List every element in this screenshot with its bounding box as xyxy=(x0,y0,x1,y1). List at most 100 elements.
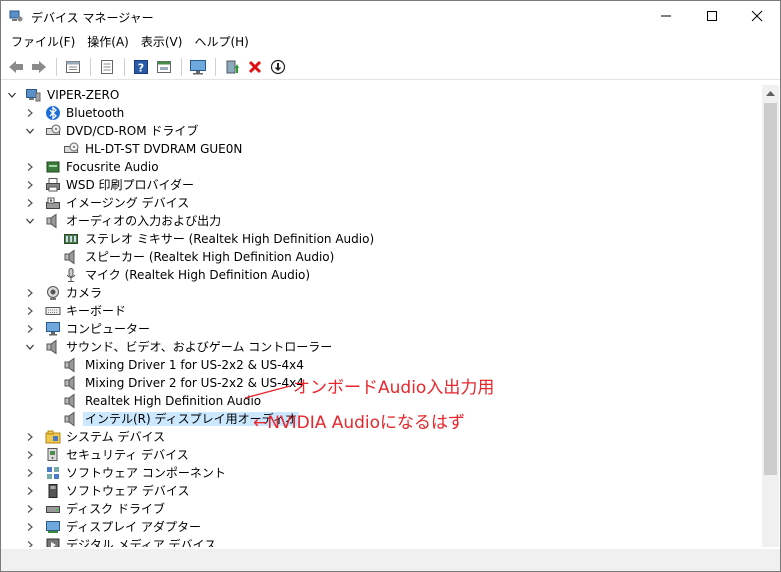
vertical-scrollbar[interactable] xyxy=(762,85,779,547)
tree-item-label: ディスク ドライブ xyxy=(66,502,165,516)
scrollbar-thumb[interactable] xyxy=(764,103,777,475)
audio-device-icon xyxy=(46,161,60,173)
chevron-right-icon[interactable] xyxy=(25,306,35,316)
update-driver-button[interactable] xyxy=(221,56,243,78)
minimize-button[interactable] xyxy=(643,1,689,31)
menu-item-2[interactable]: 表示(V) xyxy=(135,32,189,52)
properties-button[interactable] xyxy=(62,56,84,78)
tree-item[interactable]: ソフトウェア デバイス xyxy=(1,482,762,500)
show-hidden-button[interactable] xyxy=(153,56,175,78)
tree-item-label: サウンド、ビデオ、およびゲーム コントローラー xyxy=(66,340,333,354)
scanner-icon xyxy=(46,197,60,209)
tree-item-label: イメージング デバイス xyxy=(66,196,190,210)
install-button[interactable] xyxy=(267,56,289,78)
close-button[interactable] xyxy=(734,1,780,31)
disk-drive-icon xyxy=(46,506,60,513)
uninstall-button[interactable] xyxy=(244,56,266,78)
chevron-right-icon[interactable] xyxy=(25,486,35,496)
tree-item[interactable]: キーボード xyxy=(1,302,762,320)
monitor-icon xyxy=(46,322,60,336)
chevron-right-icon[interactable] xyxy=(25,324,35,334)
menu-item-0[interactable]: ファイル(F) xyxy=(5,32,81,52)
chevron-down-icon[interactable] xyxy=(7,90,17,100)
tree-item[interactable]: ソフトウェア コンポーネント xyxy=(1,464,762,482)
tree-item[interactable]: セキュリティ デバイス xyxy=(1,446,762,464)
tree-item[interactable]: コンピューター xyxy=(1,320,762,338)
camera-icon xyxy=(47,286,59,300)
tree-item[interactable]: Focusrite Audio xyxy=(1,158,762,176)
printer-icon xyxy=(46,178,60,192)
media-device-icon xyxy=(46,538,60,547)
show-hidden-icon xyxy=(157,60,171,73)
tree-item-label: ステレオ ミキサー (Realtek High Definition Audio… xyxy=(85,232,375,246)
chevron-right-icon[interactable] xyxy=(25,540,35,547)
maximize-button[interactable] xyxy=(689,1,735,31)
properties-icon xyxy=(66,60,80,73)
annotation-nvidia: ←NVIDIA Audioになるはず xyxy=(253,413,466,433)
chevron-right-icon[interactable] xyxy=(25,180,35,190)
help-button[interactable]: ? xyxy=(130,56,152,78)
window-title: デバイス マネージャー xyxy=(31,11,154,25)
chevron-right-icon[interactable] xyxy=(25,450,35,460)
chevron-right-icon[interactable] xyxy=(25,432,35,442)
tree-item[interactable]: カメラ xyxy=(1,284,762,302)
forward-icon xyxy=(32,60,46,73)
tree-item-label: セキュリティ デバイス xyxy=(66,448,189,462)
tree-item[interactable]: オーディオの入力および出力 xyxy=(1,212,762,230)
tree-item[interactable]: スピーカー (Realtek High Definition Audio) xyxy=(1,248,762,266)
dvd-drive-icon xyxy=(64,142,79,153)
tree-item-label: Focusrite Audio xyxy=(66,160,159,174)
menu-bar: ファイル(F) 操作(A) 表示(V) ヘルプ(H) xyxy=(1,32,780,52)
update-driver-icon xyxy=(226,60,239,73)
toolbar-separator xyxy=(215,57,216,76)
tree-item[interactable]: DVD/CD-ROM ドライブ xyxy=(1,122,762,140)
menu-item-1[interactable]: 操作(A) xyxy=(81,32,135,52)
tree-item-label: スピーカー (Realtek High Definition Audio) xyxy=(85,250,335,264)
tree-item[interactable]: イメージング デバイス xyxy=(1,194,762,212)
speaker-icon xyxy=(64,393,75,409)
computer-icon xyxy=(26,89,41,102)
tree-item-label: マイク (Realtek High Definition Audio) xyxy=(85,268,311,282)
chevron-right-icon[interactable] xyxy=(25,162,35,172)
tree-item[interactable]: Bluetooth xyxy=(1,104,762,122)
back-button[interactable] xyxy=(5,56,27,78)
chevron-down-icon[interactable] xyxy=(25,126,35,136)
chevron-right-icon[interactable] xyxy=(25,108,35,118)
scroll-up-icon[interactable] xyxy=(766,90,775,96)
speaker-icon xyxy=(46,339,57,355)
title-bar: デバイス マネージャー xyxy=(1,1,780,31)
tree-item[interactable]: VIPER-ZERO xyxy=(1,86,762,104)
status-bar xyxy=(1,549,780,571)
tree-item-label: オーディオの入力および出力 xyxy=(66,214,222,228)
menu-item-3[interactable]: ヘルプ(H) xyxy=(188,32,254,52)
scan-hardware-button[interactable] xyxy=(187,56,209,78)
help-icon: ? xyxy=(134,59,148,74)
tree-item[interactable]: Mixing Driver 1 for US-2x2 & US-4x4 xyxy=(1,356,762,374)
view-button[interactable] xyxy=(96,56,118,78)
tree-item[interactable]: ステレオ ミキサー (Realtek High Definition Audio… xyxy=(1,230,762,248)
tree-item[interactable]: ディスプレイ アダプター xyxy=(1,518,762,536)
tree-item-label: Mixing Driver 1 for US-2x2 & US-4x4 xyxy=(85,358,304,372)
tree-item[interactable]: ディスク ドライブ xyxy=(1,500,762,518)
toolbar-separator xyxy=(90,57,91,76)
minimize-icon xyxy=(661,15,671,17)
chevron-right-icon[interactable] xyxy=(25,468,35,478)
tree-item-label: キーボード xyxy=(66,304,127,318)
tree-item-label: システム デバイス xyxy=(66,430,166,444)
chevron-right-icon[interactable] xyxy=(25,504,35,514)
tree-item[interactable]: デジタル メディア デバイス xyxy=(1,536,762,547)
speaker-icon xyxy=(64,249,75,265)
chevron-right-icon[interactable] xyxy=(25,288,35,298)
chevron-down-icon[interactable] xyxy=(25,216,35,226)
tree-item-label: カメラ xyxy=(66,286,103,300)
tree-item[interactable]: HL-DT-ST DVDRAM GUE0N xyxy=(1,140,762,158)
chevron-right-icon[interactable] xyxy=(25,522,35,532)
chevron-right-icon[interactable] xyxy=(25,198,35,208)
tree-item-label: WSD 印刷プロバイダー xyxy=(66,178,195,192)
tree-item[interactable]: サウンド、ビデオ、およびゲーム コントローラー xyxy=(1,338,762,356)
tree-item[interactable]: WSD 印刷プロバイダー xyxy=(1,176,762,194)
tree-item[interactable]: マイク (Realtek High Definition Audio) xyxy=(1,266,762,284)
chevron-down-icon[interactable] xyxy=(25,342,35,352)
forward-button[interactable] xyxy=(28,56,50,78)
tree-item-label: DVD/CD-ROM ドライブ xyxy=(66,124,199,138)
